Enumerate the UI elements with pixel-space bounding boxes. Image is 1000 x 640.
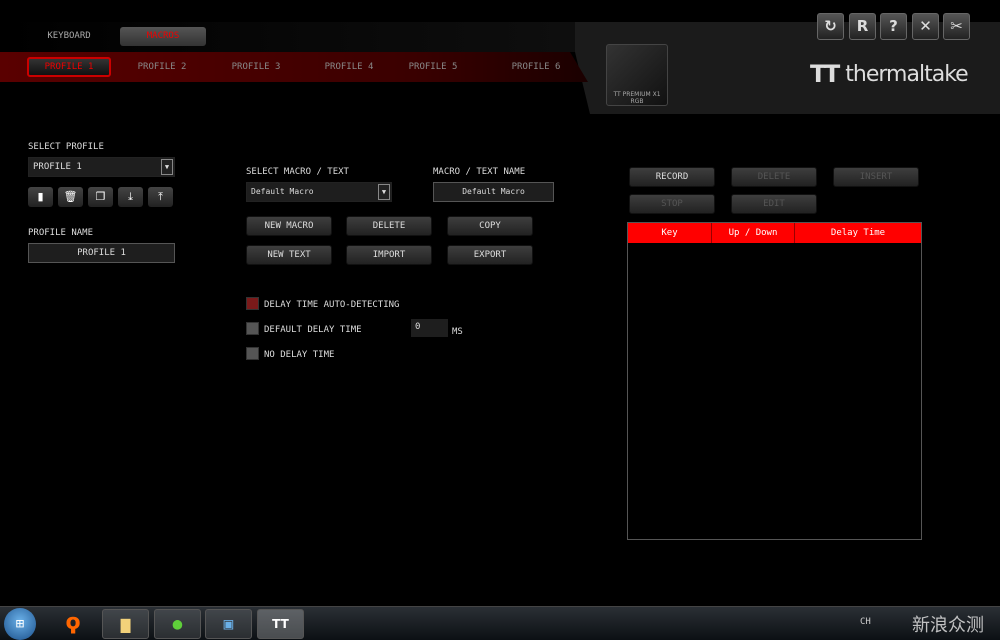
profile-tab-1[interactable]: PROFILE 1 xyxy=(27,57,111,77)
thermaltake-logo: TT thermaltake xyxy=(810,60,969,88)
insert-button[interactable]: INSERT xyxy=(833,167,919,187)
column-header-delay-time[interactable]: Delay Time xyxy=(795,223,921,243)
trash-icon[interactable]: 🗑 xyxy=(58,187,83,207)
start-button[interactable]: ⊞ xyxy=(4,608,36,640)
delete-macro-button[interactable]: DELETE xyxy=(346,216,432,236)
profile-tab-2[interactable]: PROFILE 2 xyxy=(120,57,204,77)
macro-name-input[interactable]: Default Macro xyxy=(433,182,554,202)
delay-auto-checkbox[interactable] xyxy=(246,297,259,310)
delete-step-button[interactable]: DELETE xyxy=(731,167,817,187)
tools-icon[interactable]: ✂ xyxy=(943,13,970,40)
profile-name-input[interactable]: PROFILE 1 xyxy=(28,243,175,263)
no-delay-label: NO DELAY TIME xyxy=(264,350,335,360)
close-icon[interactable]: ✕ xyxy=(912,13,939,40)
tab-keyboard[interactable]: KEYBOARD xyxy=(26,27,112,46)
explorer-icon[interactable]: ▆ xyxy=(102,609,149,639)
macro-select[interactable]: Default Macro ▼ xyxy=(246,182,392,202)
device-name: TT PREMIUM X1 RGB xyxy=(613,91,661,105)
no-delay-checkbox[interactable] xyxy=(246,347,259,360)
copy-icon[interactable]: ❐ xyxy=(88,187,113,207)
export-button[interactable]: EXPORT xyxy=(447,245,533,265)
profile-tab-4[interactable]: PROFILE 4 xyxy=(307,57,391,77)
chevron-down-icon[interactable]: ▼ xyxy=(161,159,173,175)
macro-steps-table[interactable]: Key Up / Down Delay Time xyxy=(627,222,922,540)
default-delay-checkbox[interactable] xyxy=(246,322,259,335)
refresh-icon[interactable]: ↻ xyxy=(817,13,844,40)
new-macro-button[interactable]: NEW MACRO xyxy=(246,216,332,236)
record-button[interactable]: RECORD xyxy=(629,167,715,187)
language-indicator[interactable]: CH xyxy=(860,617,871,627)
profile-select[interactable]: PROFILE 1 ▼ xyxy=(28,157,175,177)
wechat-icon[interactable]: ● xyxy=(154,609,201,639)
column-header-key[interactable]: Key xyxy=(628,223,712,243)
copy-macro-button[interactable]: COPY xyxy=(447,216,533,236)
export-icon[interactable]: ⤒ xyxy=(148,187,173,207)
taskbar: ⊞ ϙ ▆ ● ▣ TT CH 新浪众测 xyxy=(0,606,1000,640)
profile-tab-5[interactable]: PROFILE 5 xyxy=(391,57,475,77)
profile-tab-6[interactable]: PROFILE 6 xyxy=(494,57,578,77)
import-icon[interactable]: ⤓ xyxy=(118,187,143,207)
new-icon[interactable]: ▮ xyxy=(28,187,53,207)
profile-name-label: PROFILE NAME xyxy=(28,228,94,238)
delay-auto-label: DELAY TIME AUTO-DETECTING xyxy=(264,300,400,310)
profile-tab-3[interactable]: PROFILE 3 xyxy=(214,57,298,77)
select-macro-label: SELECT MACRO / TEXT xyxy=(246,167,349,177)
control-panel-icon[interactable]: ▣ xyxy=(205,609,252,639)
help-icon[interactable]: ? xyxy=(880,13,907,40)
chevron-down-icon[interactable]: ▼ xyxy=(378,184,390,200)
stop-button[interactable]: STOP xyxy=(629,194,715,214)
tab-macros[interactable]: MACROS xyxy=(120,27,206,46)
watermark: 新浪众测 xyxy=(912,615,984,636)
device-thumbnail[interactable]: TT PREMIUM X1 RGB xyxy=(606,44,668,106)
macro-name-label: MACRO / TEXT NAME xyxy=(433,167,526,177)
profile-select-value: PROFILE 1 xyxy=(33,162,82,172)
edit-button[interactable]: EDIT xyxy=(731,194,817,214)
import-button[interactable]: IMPORT xyxy=(346,245,432,265)
search-icon[interactable]: ϙ xyxy=(58,609,88,639)
default-delay-label: DEFAULT DELAY TIME xyxy=(264,325,362,335)
delay-unit-label: MS xyxy=(452,327,463,337)
reset-icon[interactable]: R xyxy=(849,13,876,40)
macro-select-value: Default Macro xyxy=(251,187,314,196)
thermaltake-app-icon[interactable]: TT xyxy=(257,609,304,639)
select-profile-label: SELECT PROFILE xyxy=(28,142,104,152)
column-header-up-down[interactable]: Up / Down xyxy=(712,223,795,243)
delay-time-input[interactable]: 0 xyxy=(411,319,448,337)
new-text-button[interactable]: NEW TEXT xyxy=(246,245,332,265)
